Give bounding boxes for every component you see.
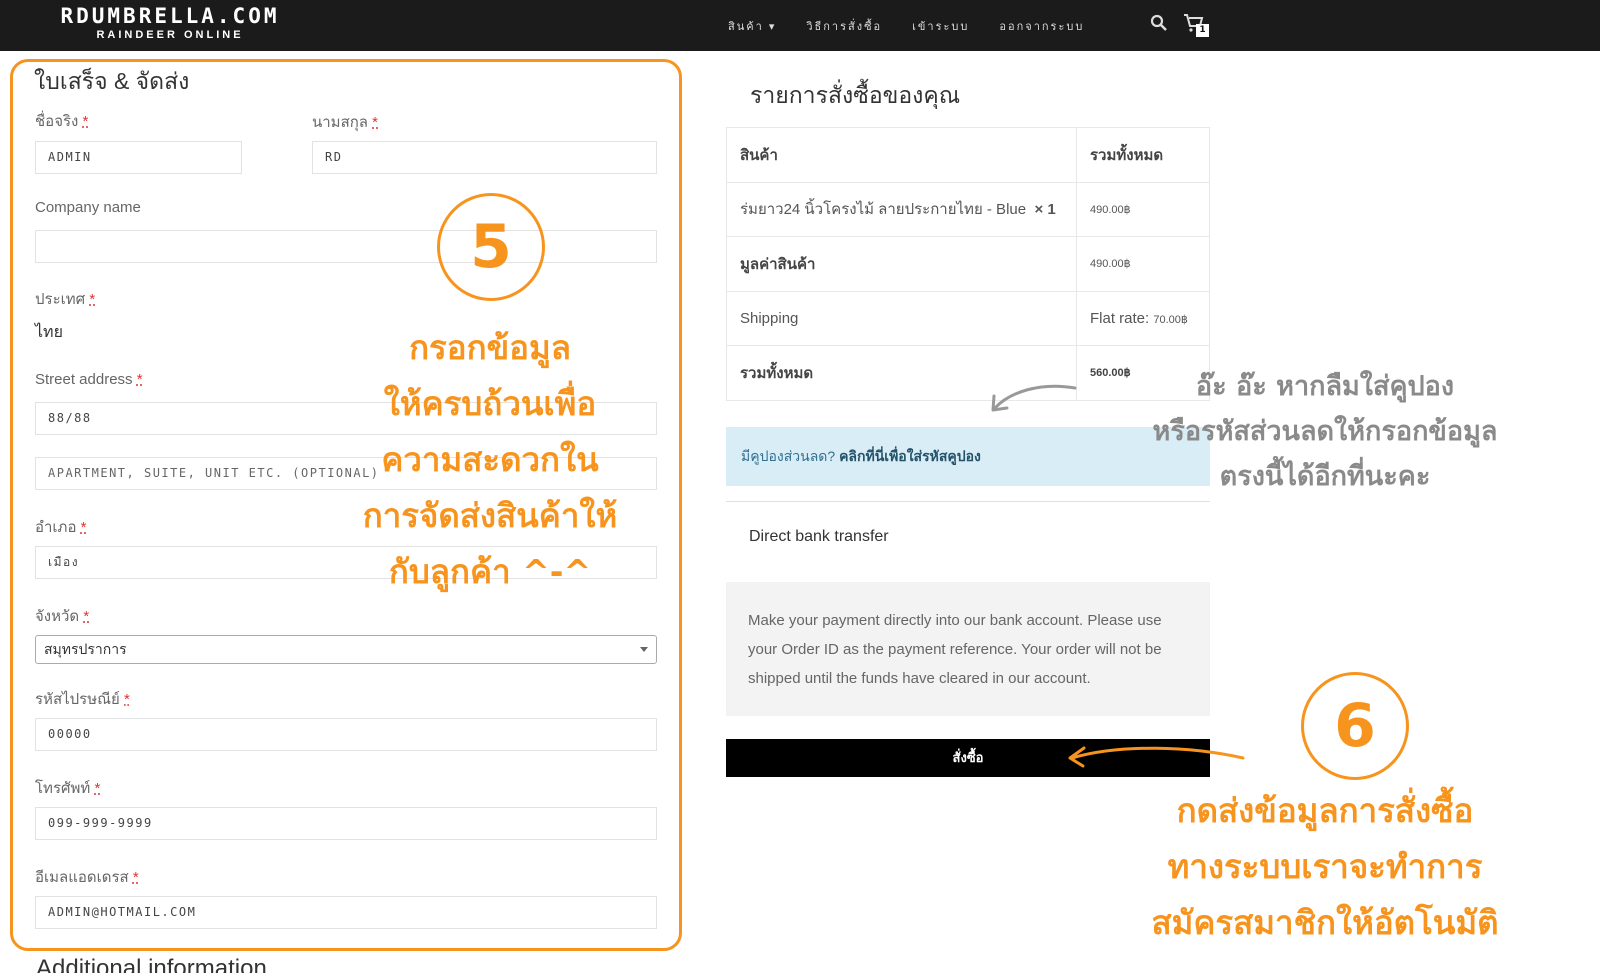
district-label: อำเภอ * [35, 519, 87, 536]
coupon-note-line: อ๊ะ อ๊ะ หากลืมใส่คูปอง [1195, 371, 1455, 402]
street-address-label: Street address * [35, 371, 143, 388]
site-logo[interactable]: RDUMBRELLA.COM RAINDEER ONLINE [50, 4, 290, 41]
step-6-note: กดส่งข้อมูลการสั่งซื้อ ทางระบบเราจะทำการ… [1085, 783, 1565, 951]
subtotal-label: มูลค่าสินค้า [726, 236, 1077, 292]
step-5-note: กรอกข้อมูล ให้ครบถ้วนเพื่อ ความสะดวกใน ก… [300, 320, 680, 600]
coupon-prompt: มีคูปองส่วนลด? [741, 448, 840, 464]
brand-name: RDUMBRELLA.COM [60, 4, 280, 28]
order-review-table: สินค้า รวมทั้งหมด ร่มยาว24 นิ้วโครงไม้ ล… [726, 127, 1210, 401]
shipping-label: Shipping [726, 290, 1077, 346]
last-name-label: นามสกุล * [312, 114, 379, 131]
nav-item-login[interactable]: เข้าระบบ [912, 17, 969, 35]
province-label: จังหวัด * [35, 608, 90, 625]
coupon-note: อ๊ะ อ๊ะ หากลืมใส่คูปอง หรือรหัสส่วนลดให้… [1085, 364, 1565, 499]
table-row: มูลค่าสินค้า 490.00฿ [726, 236, 1210, 292]
main-nav: สินค้า ▾ วิธีการสั่งซื้อ เข้าระบบ ออกจาก… [728, 17, 1084, 35]
postcode-label: รหัสไปรษณีย์ * [35, 691, 130, 708]
last-name-input[interactable]: RD [312, 141, 657, 174]
email-label: อีเมลแอดเดรส * [35, 869, 139, 886]
step-5-note-line: ให้ครบถ้วนเพื่อ [383, 384, 597, 423]
table-row: ร่มยาว24 นิ้วโครงไม้ ลายประกายไทย - Blue… [726, 181, 1210, 237]
province-select[interactable]: สมุทรปราการ [35, 635, 657, 664]
coupon-note-line: หรือรหัสส่วนลดให้กรอกข้อมูล [1152, 416, 1498, 447]
table-header-row: สินค้า รวมทั้งหมด [726, 127, 1210, 183]
company-input[interactable] [35, 230, 657, 263]
table-row: Shipping Flat rate: 70.00฿ [726, 290, 1210, 346]
payment-description: Make your payment directly into our bank… [726, 582, 1210, 716]
shipping-value: 70.00฿ [1153, 313, 1188, 326]
top-navbar: RDUMBRELLA.COM RAINDEER ONLINE สินค้า ▾ … [0, 0, 1600, 51]
step-5-note-line: การจัดส่งสินค้าให้ [362, 496, 618, 535]
order-review-title: รายการสั่งซื้อของคุณ [750, 82, 961, 108]
brand-tagline: RAINDEER ONLINE [96, 29, 244, 41]
phone-label: โทรศัพท์ * [35, 780, 101, 797]
nav-item-how-to-order[interactable]: วิธีการสั่งซื้อ [806, 17, 882, 35]
cart-item-total: 490.00฿ [1076, 181, 1210, 237]
coupon-note-line: ตรงนี้ได้อีกที่นะคะ [1219, 461, 1431, 492]
col-total-header: รวมทั้งหมด [1076, 127, 1210, 183]
phone-input[interactable]: 099-999-9999 [35, 807, 657, 840]
payment-method-label[interactable]: Direct bank transfer [749, 528, 889, 546]
step-5-badge: 5 [437, 193, 545, 301]
first-name-label: ชื่อจริง * [35, 113, 89, 130]
cart-item-qty: × 1 [1034, 201, 1056, 219]
nav-item-logout[interactable]: ออกจากระบบ [999, 17, 1084, 35]
subtotal-value: 490.00฿ [1076, 236, 1210, 292]
order-total-label: รวมทั้งหมด [726, 345, 1077, 401]
step-6-note-line: สมัครสมาชิกให้อัตโนมัติ [1151, 903, 1499, 942]
step-5-note-line: กรอกข้อมูล [409, 328, 571, 367]
cart-button[interactable]: 1 [1183, 13, 1209, 37]
step-5-note-line: ความสะดวกใน [381, 440, 599, 479]
step-6-badge: 6 [1301, 672, 1409, 780]
shipping-cell: Flat rate: 70.00฿ [1076, 290, 1210, 346]
search-icon[interactable] [1150, 14, 1168, 32]
step-6-note-line: กดส่งข้อมูลการสั่งซื้อ [1176, 791, 1474, 830]
cart-item-cell: ร่มยาว24 นิ้วโครงไม้ ลายประกายไทย - Blue… [726, 181, 1077, 237]
company-label: Company name [35, 199, 141, 216]
additional-information-heading: Additional information [36, 955, 267, 973]
email-input[interactable]: ADMIN@HOTMAIL.COM [35, 896, 657, 929]
cart-count-badge: 1 [1196, 24, 1209, 37]
divider [726, 501, 1210, 502]
province-selected-value: สมุทรปราการ [44, 641, 127, 657]
chevron-down-icon [640, 647, 648, 652]
cart-item-name: ร่มยาว24 นิ้วโครงไม้ ลายประกายไทย - Blue [740, 201, 1027, 219]
first-name-input[interactable]: ADMIN [35, 141, 242, 174]
billing-title: ใบเสร็จ & จัดส่ง [34, 68, 190, 94]
col-product-header: สินค้า [726, 127, 1077, 183]
shipping-method: Flat rate: [1090, 309, 1154, 327]
postcode-input[interactable]: 00000 [35, 718, 657, 751]
step-5-note-line: กับลูกค้า ^-^ [388, 552, 592, 591]
country-label: ประเทศ * [35, 291, 96, 308]
country-value: ไทย [35, 324, 63, 341]
nav-item-products[interactable]: สินค้า ▾ [728, 17, 776, 35]
step-6-note-line: ทางระบบเราจะทำการ [1167, 847, 1483, 886]
coupon-link[interactable]: คลิกที่นี่เพื่อใส่รหัสคูปอง [839, 448, 981, 464]
place-order-button[interactable]: สั่งซื้อ [726, 739, 1210, 777]
